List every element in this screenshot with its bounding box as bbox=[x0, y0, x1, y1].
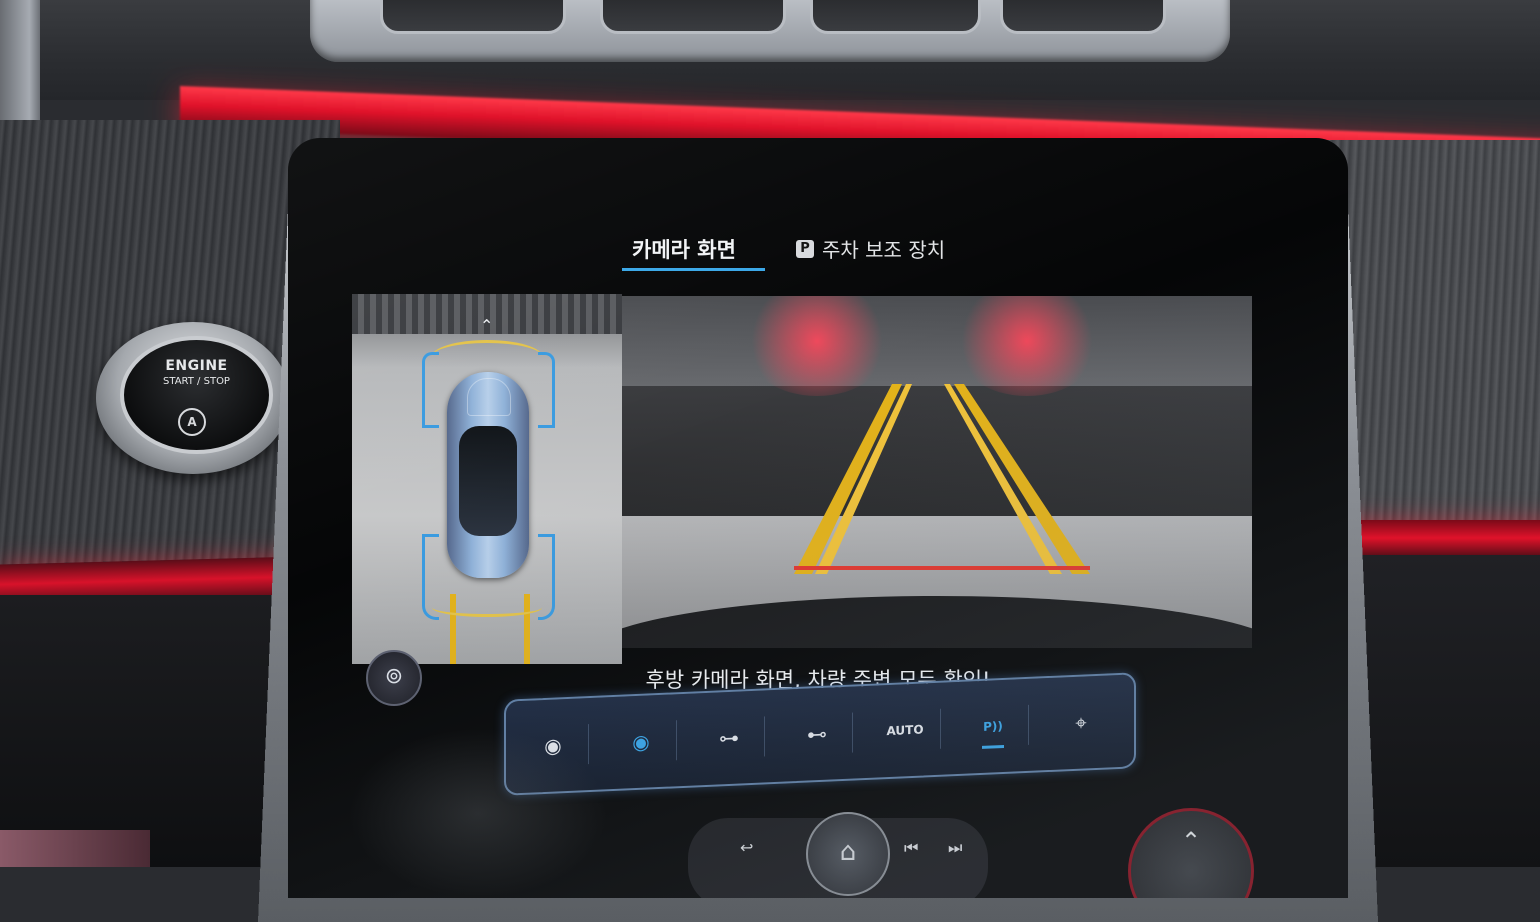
chevron-up-icon: ⌃ bbox=[480, 316, 494, 335]
car-side-right-icon[interactable]: ⊷ bbox=[782, 712, 853, 756]
guide-line-right bbox=[954, 384, 1090, 574]
next-track-icon[interactable]: ⏭ bbox=[948, 838, 962, 858]
home-icon[interactable]: ⌂ bbox=[806, 812, 890, 896]
rear-camera-view bbox=[622, 296, 1252, 648]
parking-icon: P bbox=[796, 239, 814, 258]
engine-start-stop-button[interactable]: ENGINE START / STOP A bbox=[120, 336, 273, 454]
distance-bracket bbox=[422, 352, 439, 428]
guide-line-left-inner bbox=[815, 384, 912, 574]
distance-guide-red bbox=[794, 566, 1090, 570]
parking-sensor-glyph: P)) bbox=[983, 719, 1003, 734]
parking-sensor-icon[interactable]: P)) bbox=[958, 704, 1029, 749]
distance-bracket bbox=[538, 352, 555, 428]
vehicle-roof bbox=[459, 426, 517, 536]
tab-parking-label: 주차 보조 장치 bbox=[822, 238, 946, 262]
previous-track-icon[interactable]: ⏮ bbox=[904, 838, 918, 858]
rear-guide-arc bbox=[432, 598, 542, 617]
guide-line-left bbox=[794, 384, 902, 574]
car-side-left-icon[interactable]: ⊶ bbox=[694, 716, 765, 760]
top-down-camera-view: ⌃ bbox=[352, 294, 622, 664]
engine-label: ENGINE bbox=[165, 358, 228, 374]
back-icon[interactable]: ↩ bbox=[740, 838, 753, 857]
chevron-up-icon[interactable]: ⌃ bbox=[1128, 808, 1254, 898]
tab-camera-view[interactable]: 카메라 화면 bbox=[632, 234, 736, 264]
reflection-patch bbox=[0, 830, 150, 867]
auto-start-stop-icon: A bbox=[178, 408, 206, 436]
front-guide-arc bbox=[432, 340, 542, 373]
vehicle-top-view bbox=[447, 372, 529, 578]
vehicle-hood bbox=[467, 378, 511, 416]
vent-slot bbox=[1000, 0, 1166, 34]
start-stop-label: START / STOP bbox=[163, 376, 230, 387]
infotainment-screen: 카메라 화면 P 주차 보조 장치 ⌃ ⊚ 후방 카메라 화면, 차량 주변 모… bbox=[288, 138, 1348, 898]
rear-sensor-icon[interactable]: ◉ bbox=[606, 720, 677, 764]
auto-view-icon[interactable]: AUTO bbox=[870, 708, 941, 752]
screen-reflection bbox=[348, 728, 608, 898]
active-tool-indicator bbox=[982, 744, 1004, 749]
remote-park-icon[interactable]: ⌖ bbox=[1046, 701, 1116, 744]
vent-slot bbox=[810, 0, 981, 34]
tab-parking-assist[interactable]: P 주차 보조 장치 bbox=[796, 234, 945, 263]
vent-slot bbox=[600, 0, 786, 34]
guide-line-right-inner bbox=[944, 384, 1062, 574]
active-tab-indicator bbox=[622, 268, 765, 271]
center-air-vent bbox=[310, 0, 1230, 62]
vent-slot bbox=[380, 0, 566, 34]
